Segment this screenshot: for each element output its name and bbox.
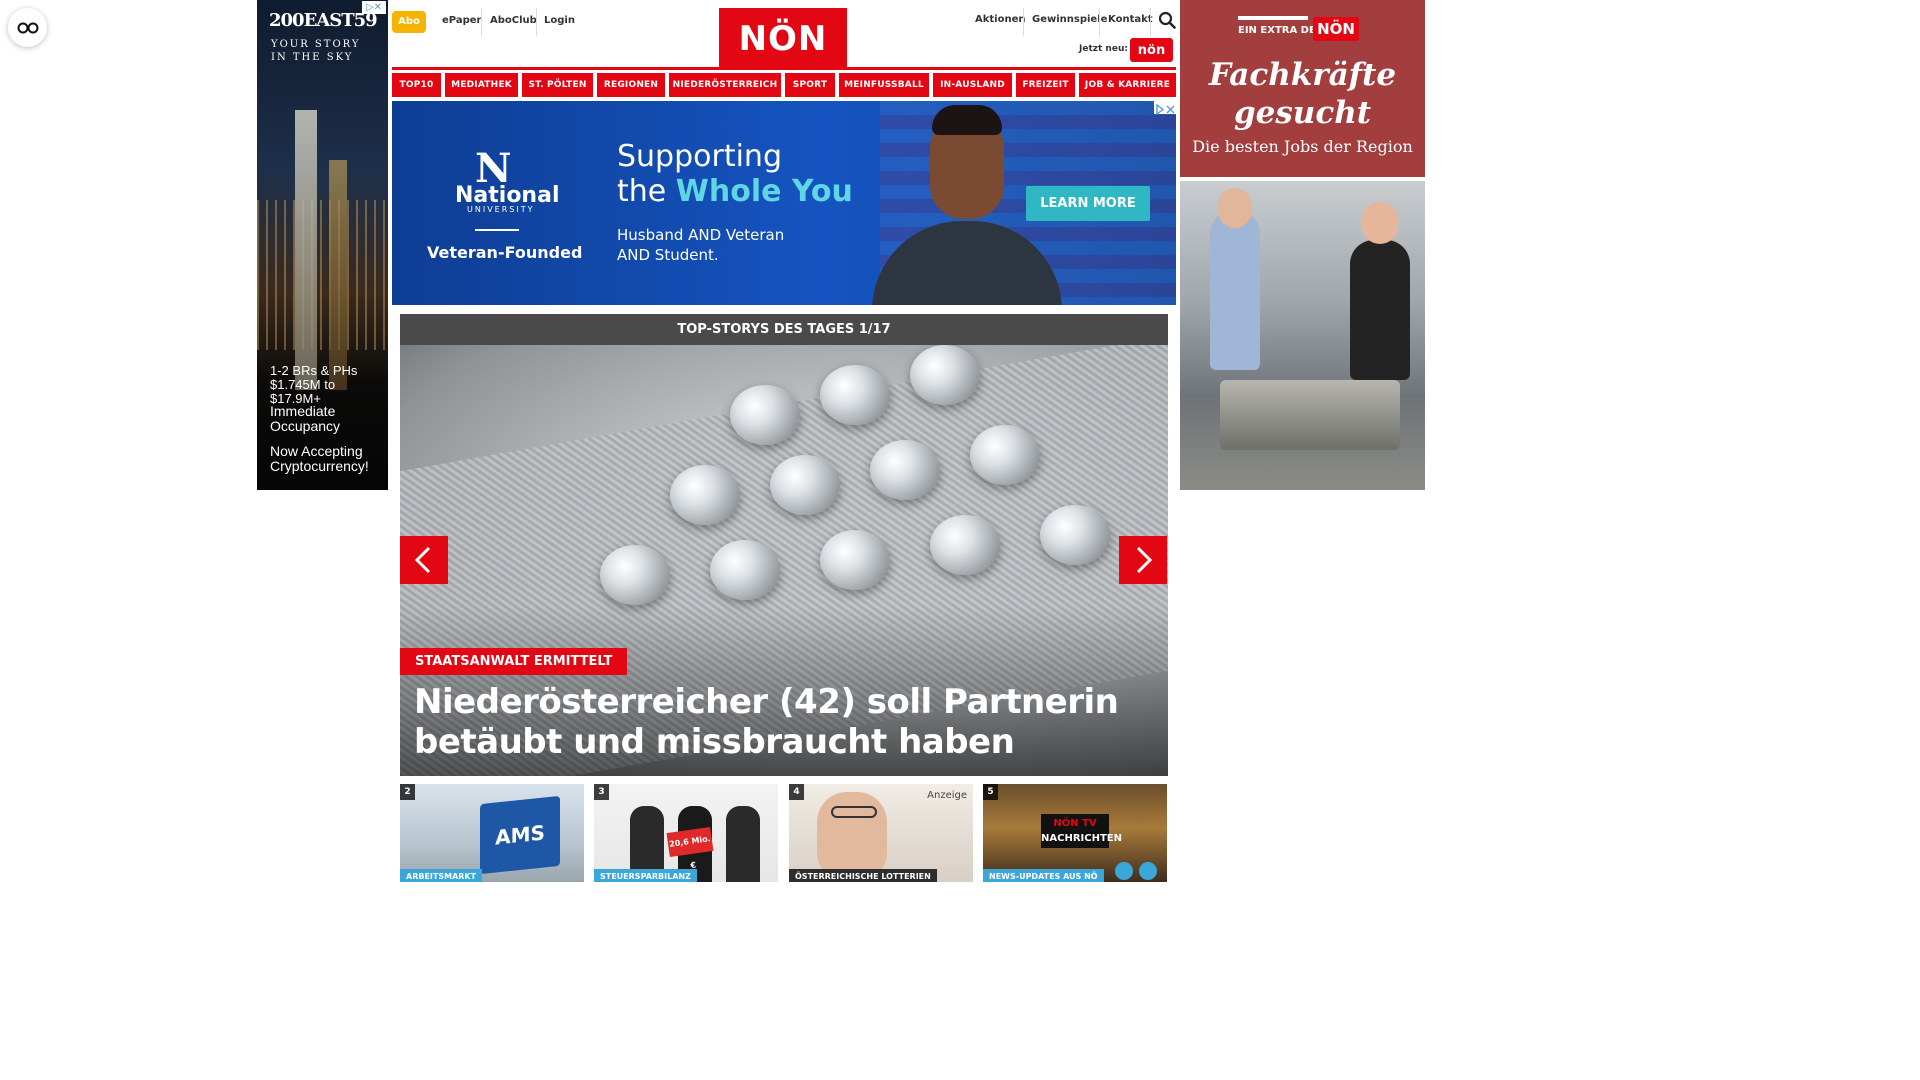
top-stories-header: TOP-STORYS DES TAGES 1/17 [400, 314, 1168, 345]
glasses-icon [17, 22, 38, 33]
banner-headline: Supporting the Whole You [617, 139, 853, 209]
divider [1150, 8, 1151, 36]
right-job-ad[interactable]: EIN EXTRA DER NÖN Fachkräfte gesucht Die… [1180, 0, 1425, 490]
noen-logo: NÖN [1313, 17, 1359, 41]
blister-graphic [710, 540, 780, 600]
nav-item-meinfussball[interactable]: MEINFUSSBALL [839, 73, 929, 97]
person-graphic [1362, 202, 1398, 244]
machine-graphic [1220, 380, 1400, 450]
blister-graphic [600, 545, 670, 605]
nav-item-in-ausland[interactable]: IN-AUSLAND [933, 73, 1012, 97]
gewinnspiele-link[interactable]: Gewinnspiele [1032, 14, 1107, 25]
chevron-left-icon [414, 546, 431, 574]
divider [1099, 8, 1100, 36]
glasses-graphic [831, 806, 877, 818]
blister-graphic [970, 425, 1040, 485]
person-graphic [1218, 188, 1252, 228]
search-icon[interactable] [1158, 11, 1176, 29]
card-category: NEWS-UPDATES AUS NÖ [983, 869, 1104, 882]
chevron-right-icon [1136, 546, 1153, 574]
story-card[interactable]: 20,6 Mio.€ 3 STEUERSPARBILANZ [594, 784, 778, 882]
veteran-founded: Veteran-Founded [427, 243, 583, 262]
ams-sign: AMS [480, 795, 560, 875]
card-number: 3 [594, 784, 609, 800]
nav-item-job-karriere[interactable]: JOB & KARRIERE [1079, 73, 1176, 97]
nav-item-st-poelten[interactable]: ST. PÖLTEN [522, 73, 593, 97]
learn-more-button[interactable]: LEARN MORE [1026, 186, 1150, 221]
blister-graphic [820, 365, 890, 425]
epaper-link[interactable]: ePaper [442, 15, 481, 26]
person-graphic [1210, 210, 1260, 370]
nav-item-sport[interactable]: SPORT [785, 73, 835, 97]
job-ad-headline: Fachkräfte gesucht [1208, 57, 1397, 131]
card-category: ARBEITSMARKT [400, 869, 483, 882]
left-skyscraper-ad[interactable]: ▷✕ 200EAST59 YOUR STORY IN THE SKY 1-2 B… [257, 0, 388, 490]
site-logo[interactable]: NÖN [719, 8, 847, 68]
card-category: STEUERSPARBILANZ [594, 869, 697, 882]
media-icons [1115, 862, 1157, 880]
blister-graphic [730, 385, 800, 445]
divider [475, 229, 519, 231]
nav-item-regionen[interactable]: REGIONEN [597, 73, 665, 97]
story-card[interactable]: NÖN TV NACHRICHTEN 5 NEWS-UPDATES AUS NÖ [983, 784, 1167, 882]
extra-label: EIN EXTRA DER [1238, 25, 1324, 36]
tower-graphic [295, 110, 317, 390]
nav-item-mediathek[interactable]: MEDIATHEK [445, 73, 518, 97]
banner-subline: Husband AND Veteran AND Student. [617, 226, 785, 264]
ad-info-units: 1-2 BRs & PHs $1.745M to $17.9M+ [270, 363, 358, 406]
header-divider [392, 67, 1176, 70]
story-card[interactable]: AMS 2 ARBEITSMARKT [400, 784, 584, 882]
card-category: ÖSTERREICHISCHE LOTTERIEN [789, 869, 937, 882]
hero-title[interactable]: Niederösterreicher (42) soll Partnerin b… [414, 682, 1154, 762]
nav-item-top10[interactable]: TOP10 [392, 73, 441, 97]
login-link[interactable]: Login [544, 15, 575, 26]
card-number: 5 [983, 784, 998, 800]
aboclub-link[interactable]: AboClub [490, 15, 537, 26]
kontakt-link[interactable]: Kontakt [1108, 14, 1153, 25]
blister-graphic [930, 515, 1000, 575]
aktionen-link[interactable]: Aktionen [975, 14, 1026, 25]
nav-item-freizeit[interactable]: FREIZEIT [1016, 73, 1075, 97]
hero-kicker[interactable]: STAATSANWALT ERMITTELT [400, 648, 628, 675]
ad-label: Anzeige [927, 790, 967, 801]
noen-tv-logo: NÖN TV NACHRICHTEN [1041, 814, 1122, 848]
person-graphic [1350, 240, 1410, 380]
ad-info-crypto: Now Accepting Cryptocurrency! [270, 443, 369, 474]
person-graphic [932, 105, 1002, 135]
blister-graphic [670, 465, 740, 525]
blister-graphic [820, 530, 890, 590]
play-icon [1139, 862, 1157, 880]
blister-graphic [770, 455, 840, 515]
banner-ad[interactable]: N National UNIVERSITY Veteran-Founded Su… [392, 101, 1176, 305]
card-number: 2 [400, 784, 415, 800]
person-graphic [726, 806, 760, 882]
ad-info-occupancy: Immediate Occupancy [270, 403, 341, 434]
university-sub: UNIVERSITY [467, 205, 535, 214]
main-nav: TOP10 MEDIATHEK ST. PÖLTEN REGIONEN NIED… [392, 73, 1176, 97]
divider [1238, 16, 1308, 20]
jetzt-neu-badge[interactable]: nön [1130, 38, 1173, 62]
job-ad-header: EIN EXTRA DER NÖN Fachkräfte gesucht Die… [1180, 0, 1425, 177]
card-number: 4 [789, 784, 804, 800]
blister-graphic [910, 345, 980, 405]
blister-graphic [1040, 505, 1110, 565]
next-story-button[interactable] [1119, 536, 1167, 584]
ad-brand: 200EAST59 [269, 10, 378, 31]
ad-choices-icon[interactable] [1154, 101, 1176, 116]
tower-graphic [329, 160, 347, 390]
accessibility-button[interactable] [8, 8, 47, 47]
divider [481, 8, 482, 36]
abo-button[interactable]: Abo [392, 11, 426, 33]
story-card[interactable]: Anzeige 4 ÖSTERREICHISCHE LOTTERIEN [789, 784, 973, 882]
jetzt-neu-label: Jetzt neu: [1079, 44, 1128, 54]
divider [536, 8, 537, 36]
divider [1023, 8, 1024, 36]
nav-item-niederoesterreich[interactable]: NIEDERÖSTERREICH [669, 73, 781, 97]
prev-story-button[interactable] [400, 536, 448, 584]
ad-tagline: YOUR STORY IN THE SKY [271, 39, 361, 63]
job-ad-subline: Die besten Jobs der Region [1192, 137, 1413, 156]
city-lights-graphic [257, 200, 388, 350]
blister-graphic [870, 440, 940, 500]
camera-icon [1115, 862, 1133, 880]
